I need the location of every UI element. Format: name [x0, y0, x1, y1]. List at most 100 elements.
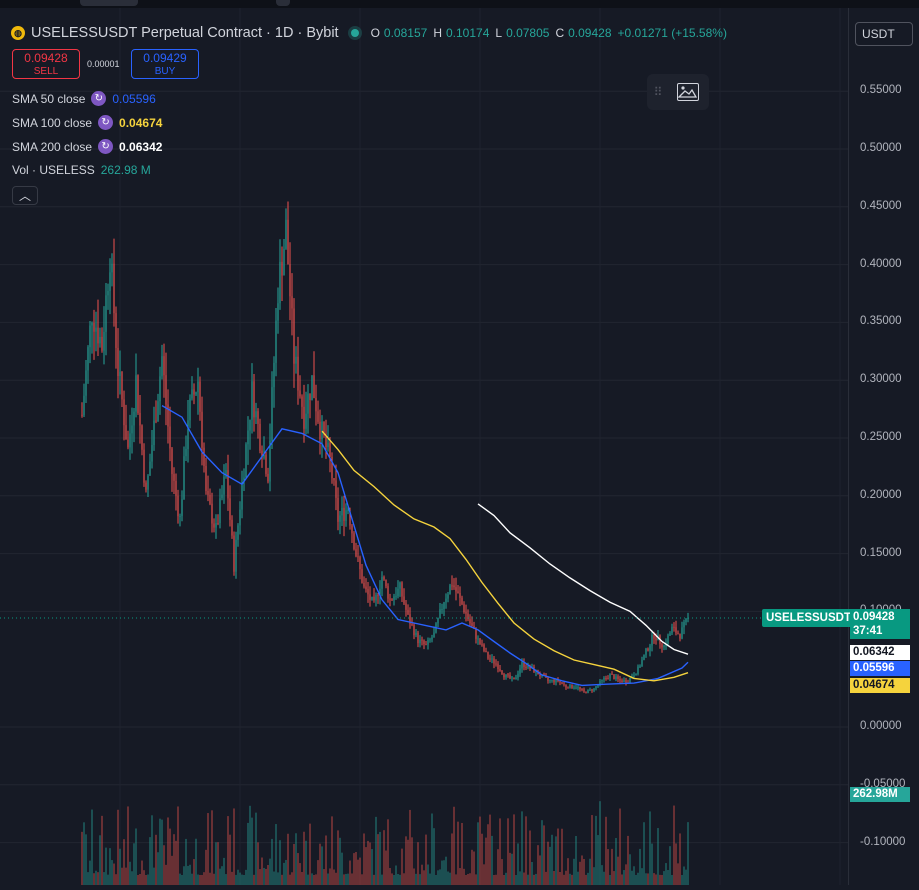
volume-bar: [383, 830, 385, 885]
volume-bar: [351, 873, 353, 885]
volume-bar: [261, 857, 263, 885]
candle-body: [317, 411, 319, 422]
candle-body: [547, 677, 549, 681]
candle-body: [569, 684, 571, 689]
candle-body: [137, 375, 139, 413]
volume-bar: [249, 805, 251, 885]
candle-body: [615, 676, 617, 680]
volume-bar: [385, 850, 387, 885]
candle-body: [163, 356, 165, 376]
image-icon[interactable]: [677, 83, 699, 101]
candle-body: [395, 596, 397, 598]
volume-bar: [477, 822, 479, 885]
candle-body: [361, 569, 363, 583]
buy-button[interactable]: 0.09429 BUY: [131, 49, 199, 79]
volume-bar: [425, 834, 427, 885]
candle-body: [281, 261, 283, 276]
volume-bar: [595, 815, 597, 885]
candle-body: [623, 679, 625, 683]
candle-body: [589, 689, 591, 691]
volume-bar: [93, 873, 95, 885]
candle-body: [277, 303, 279, 321]
volume-bar: [543, 825, 545, 885]
candle-body: [653, 634, 655, 639]
volume-bar: [159, 818, 161, 885]
volume-bar: [311, 873, 313, 885]
collapse-legend-button[interactable]: ︿: [12, 186, 38, 205]
candle-body: [113, 263, 115, 314]
candle-body: [369, 594, 371, 600]
price-axis[interactable]: [848, 8, 919, 885]
candle-body: [365, 586, 367, 590]
volume-bar: [163, 845, 165, 885]
symbol-title[interactable]: USELESSUSDT Perpetual Contract · 1D · By…: [31, 25, 339, 41]
volume-bar: [359, 857, 361, 885]
candle-body: [309, 393, 311, 401]
candle-body: [305, 413, 307, 429]
candle-body: [285, 219, 287, 249]
candle-body: [321, 421, 323, 440]
volume-bar: [173, 834, 175, 885]
volume-bar: [685, 869, 687, 885]
toolbar-button-stub[interactable]: [276, 0, 290, 6]
candle-body: [635, 673, 637, 676]
volume-bar: [643, 822, 645, 885]
buy-price: 0.09429: [143, 51, 187, 65]
candle-body: [641, 659, 643, 667]
volume-bar: [357, 859, 359, 885]
candle-body: [581, 688, 583, 690]
volume-bar: [533, 874, 535, 885]
volume-bar: [623, 870, 625, 885]
volume-bar: [419, 874, 421, 885]
volume-bar: [231, 871, 233, 885]
candle-body: [443, 602, 445, 610]
indicator-sma50[interactable]: SMA 50 close ↻ 0.05596: [12, 91, 156, 106]
candle-body: [291, 296, 293, 309]
indicator-sma200[interactable]: SMA 200 close ↻ 0.06342: [12, 139, 162, 154]
candle-body: [595, 686, 597, 689]
drag-handle-icon[interactable]: ⠿: [647, 85, 669, 99]
volume-bar: [123, 839, 125, 885]
toolbar-button-stub[interactable]: [80, 0, 138, 6]
candle-body: [257, 411, 259, 424]
volume-bar: [637, 872, 639, 885]
volume-bar: [567, 858, 569, 885]
candle-body: [87, 347, 89, 371]
spread-value: 0.00001: [87, 59, 120, 69]
currency-selector[interactable]: USDT: [855, 22, 913, 46]
market-status-icon[interactable]: [350, 29, 359, 37]
candle-body: [633, 675, 635, 677]
indicator-sma100[interactable]: SMA 100 close ↻ 0.04674: [12, 115, 162, 130]
volume-bar: [137, 874, 139, 885]
candle-body: [143, 449, 145, 483]
candle-body: [159, 376, 161, 402]
candle-body: [225, 470, 227, 478]
snapshot-widget[interactable]: ⠿: [647, 74, 709, 110]
volume-bar: [201, 874, 203, 885]
volume-bar: [251, 817, 253, 885]
volume-bar: [233, 808, 235, 885]
volume-bar: [117, 809, 119, 885]
volume-bar: [617, 856, 619, 885]
volume-bar: [161, 819, 163, 885]
candle-body: [363, 582, 365, 587]
candle-body: [195, 392, 197, 395]
volume-bar: [607, 849, 609, 885]
volume-bar: [267, 865, 269, 885]
volume-bar: [549, 846, 551, 885]
indicator-label: SMA 200 close: [12, 139, 93, 154]
volume-bar: [593, 867, 595, 885]
volume-bar: [265, 868, 267, 885]
volume-bar: [135, 828, 137, 885]
volume-bar: [531, 861, 533, 885]
volume-bar: [303, 831, 305, 885]
candle-body: [205, 466, 207, 491]
indicator-volume[interactable]: Vol · USELESS 262.98 M: [12, 163, 151, 177]
volume-bar: [301, 872, 303, 885]
candle-body: [335, 480, 337, 498]
volume-bar: [609, 874, 611, 885]
candle-body: [583, 689, 585, 692]
sell-button[interactable]: 0.09428 SELL: [12, 49, 80, 79]
volume-bar: [605, 816, 607, 885]
candle-body: [663, 645, 665, 648]
